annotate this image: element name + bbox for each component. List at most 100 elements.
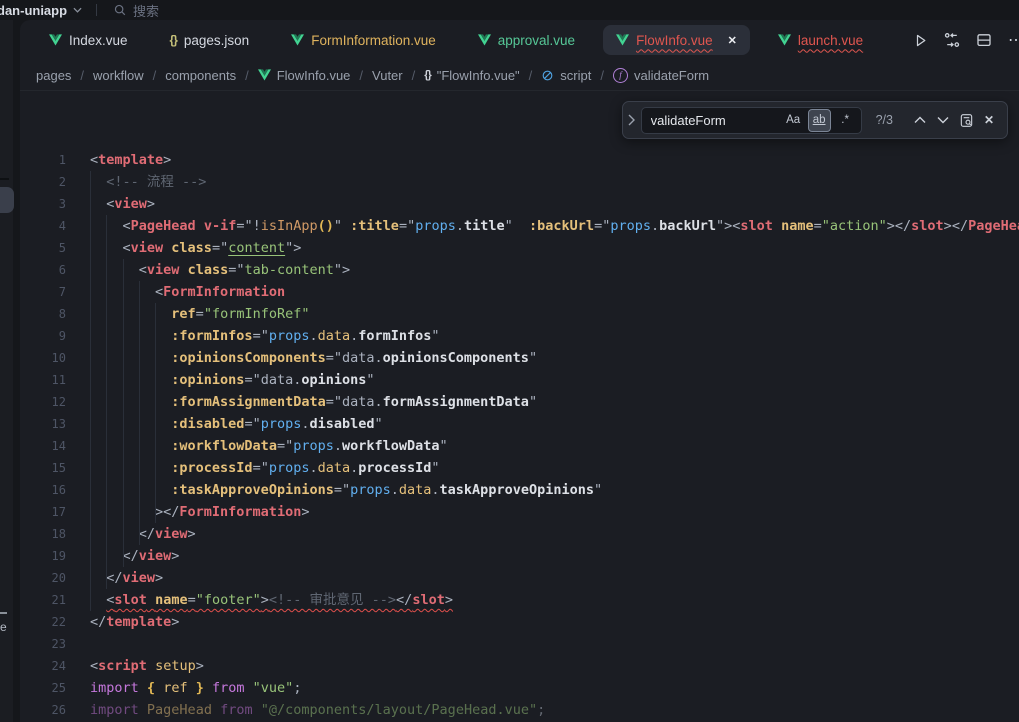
line-number: 15 <box>20 457 66 479</box>
tab-label: approval.vue <box>498 33 575 48</box>
code-line-4: 4 <PageHead v-if="!isInApp()" :title="pr… <box>20 215 1019 237</box>
tab-flowinfo-vue[interactable]: FlowInfo.vue✕ <box>603 25 750 55</box>
tab-pages-json[interactable]: { } pages.json <box>149 20 271 60</box>
code-line-24: 24<script setup> <box>20 655 1019 677</box>
search-icon <box>114 4 126 16</box>
breadcrumb-separator: / <box>153 68 157 83</box>
line-number: 20 <box>20 567 66 589</box>
search-placeholder: 搜索 <box>133 1 159 20</box>
line-number: 18 <box>20 523 66 545</box>
code-line-1: 1<template> <box>20 149 1019 171</box>
whole-word-button[interactable]: ab <box>808 109 831 132</box>
breadcrumb-item[interactable]: FlowInfo.vue <box>258 68 351 83</box>
breadcrumb-item[interactable]: pages <box>36 68 71 83</box>
line-number: 17 <box>20 501 66 523</box>
code-line-17: 17 ></FormInformation> <box>20 501 1019 523</box>
vue-icon <box>778 34 791 46</box>
breadcrumb-item[interactable]: { }"FlowInfo.vue" <box>424 68 519 83</box>
line-number: 13 <box>20 413 66 435</box>
line-number: 8 <box>20 303 66 325</box>
line-number: 1 <box>20 149 66 171</box>
code-line-25: 25import { ref } from "vue"; <box>20 677 1019 699</box>
code-line-21: 21 <slot name="footer"><!-- 审批意见 --></sl… <box>20 589 1019 611</box>
breadcrumb-item[interactable]: script <box>541 68 591 83</box>
editor-group: Index.vue { } pages.json FormInformation.vu… <box>20 20 1019 722</box>
vue-icon <box>291 34 304 46</box>
tab-bar: Index.vue { } pages.json FormInformation.vu… <box>20 20 1019 60</box>
code-line-19: 19 </view> <box>20 545 1019 567</box>
line-number: 19 <box>20 545 66 567</box>
compare-changes-icon[interactable] <box>944 32 960 48</box>
code-line-10: 10 :opinionsComponents="data.opinionsCom… <box>20 347 1019 369</box>
find-input[interactable] <box>651 113 779 128</box>
chevron-down-icon <box>73 7 82 13</box>
regex-button[interactable]: .* <box>834 109 857 132</box>
breadcrumb-item[interactable]: workflow <box>93 68 144 83</box>
left-panel-clipped-text: e <box>0 620 7 634</box>
previous-match-button[interactable] <box>910 110 930 130</box>
left-panel-selected-item[interactable] <box>0 187 14 213</box>
tab-index-vue[interactable]: Index.vue <box>28 20 149 60</box>
tab-forminformation-vue[interactable]: FormInformation.vue <box>270 20 457 60</box>
next-match-button[interactable] <box>933 110 953 130</box>
code-line-2: 2 <!-- 流程 --> <box>20 171 1019 193</box>
braces-icon: { } <box>424 69 430 81</box>
vue-icon <box>478 34 491 46</box>
line-number: 24 <box>20 655 66 677</box>
title-bar: dan-uniapp 搜索 <box>0 0 1019 20</box>
global-search[interactable]: 搜索 <box>114 1 159 20</box>
tab-label: Index.vue <box>69 33 128 48</box>
code-line-5: 5 <view class="content"> <box>20 237 1019 259</box>
split-editor-button[interactable] <box>976 32 992 48</box>
code-line-3: 3 <view> <box>20 193 1019 215</box>
line-number: 26 <box>20 699 66 721</box>
close-find-icon[interactable]: ✕ <box>979 110 999 130</box>
breadcrumb-item[interactable]: components <box>165 68 236 83</box>
find-in-selection-button[interactable] <box>956 110 976 130</box>
project-name: dan-uniapp <box>0 3 67 18</box>
line-number: 25 <box>20 677 66 699</box>
code-line-26: 26import PageHead from "@/components/lay… <box>20 699 1019 721</box>
code-line-14: 14 :workflowData="props.workflowData" <box>20 435 1019 457</box>
indent-guide <box>139 281 140 545</box>
find-match-count: ?/3 <box>876 109 893 131</box>
line-number: 3 <box>20 193 66 215</box>
symbol-script-icon <box>541 69 554 82</box>
breadcrumb-item[interactable]: Vuter <box>372 68 403 83</box>
line-number: 2 <box>20 171 66 193</box>
code-line-15: 15 :processId="props.data.processId" <box>20 457 1019 479</box>
ide-window: dan-uniapp 搜索 e Index.vue { } pages.json Fo… <box>0 0 1019 722</box>
indent-guide <box>90 171 91 611</box>
code-line-6: 6 <view class="tab-content"> <box>20 259 1019 281</box>
line-number: 10 <box>20 347 66 369</box>
run-button[interactable] <box>913 33 928 48</box>
vue-icon <box>49 34 62 46</box>
tab-launch-vue[interactable]: launch.vue <box>757 20 884 60</box>
tab-label: launch.vue <box>798 33 863 48</box>
line-number: 9 <box>20 325 66 347</box>
tab-label: pages.json <box>184 33 249 48</box>
left-panel-surface <box>0 20 13 722</box>
breadcrumb-separator: / <box>529 68 533 83</box>
line-number: 4 <box>20 215 66 237</box>
code-line-7: 7 <FormInformation <box>20 281 1019 303</box>
project-switcher[interactable]: dan-uniapp <box>0 3 82 18</box>
match-case-button[interactable]: Aa <box>782 109 805 132</box>
left-panel-divider-2 <box>0 612 7 614</box>
close-tab-icon[interactable]: ✕ <box>728 34 737 47</box>
json-icon: { } <box>170 33 177 47</box>
code-line-11: 11 :opinions="data.opinions" <box>20 369 1019 391</box>
toggle-replace-icon[interactable] <box>623 114 641 126</box>
code-line-12: 12 :formAssignmentData="data.formAssignm… <box>20 391 1019 413</box>
code-line-23: 23 <box>20 633 1019 655</box>
tab-approval-vue[interactable]: approval.vue <box>457 20 596 60</box>
breadcrumb: pages/workflow/components/FlowInfo.vue/V… <box>20 60 1019 91</box>
titlebar-divider <box>96 4 97 16</box>
code-editor[interactable]: 1<template>2 <!-- 流程 -->3 <view>4 <PageH… <box>20 91 1019 722</box>
vue-icon <box>258 69 271 81</box>
line-number: 22 <box>20 611 66 633</box>
breadcrumb-item[interactable]: fvalidateForm <box>613 68 709 83</box>
breadcrumb-separator: / <box>600 68 604 83</box>
find-widget: Aa ab .* ?/3 ✕ <box>622 101 1008 139</box>
more-actions-button[interactable]: ⋯ <box>1008 30 1019 50</box>
